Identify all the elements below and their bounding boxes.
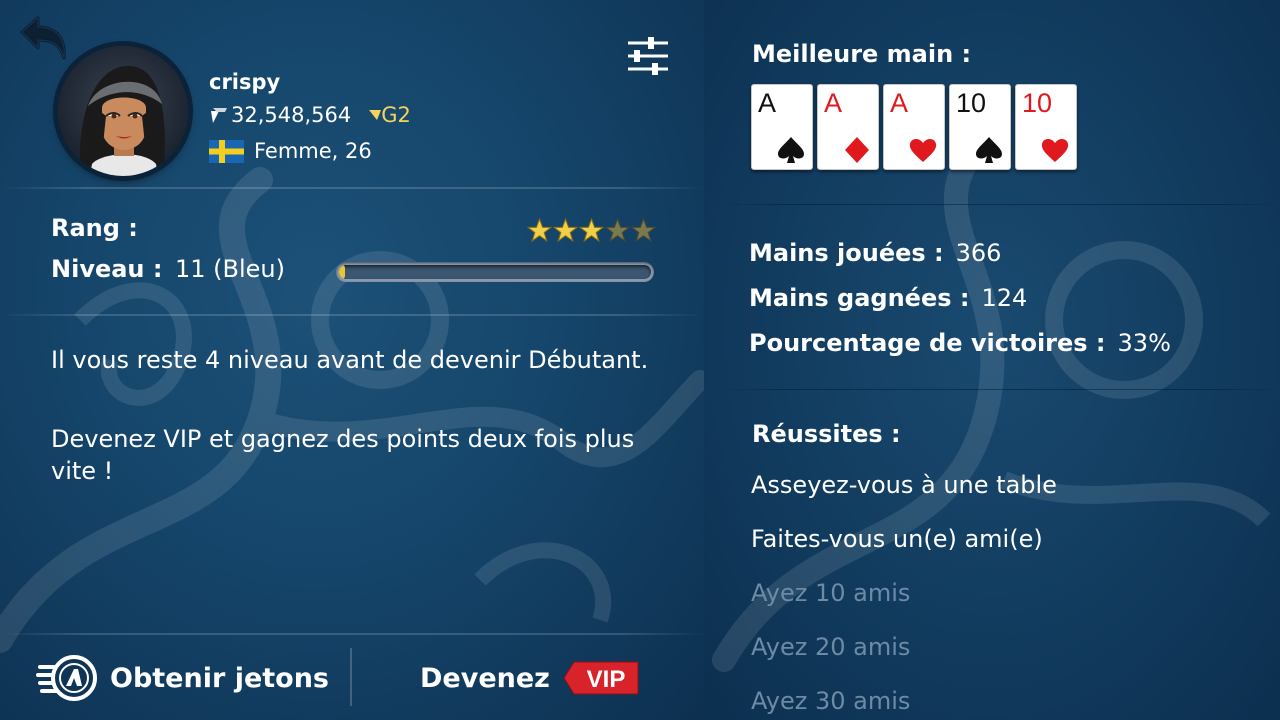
card-rank: 10 bbox=[956, 88, 987, 118]
stat-value: 366 bbox=[955, 239, 1002, 267]
rank-stars bbox=[527, 218, 656, 243]
vip-tag-text: VIP bbox=[587, 666, 626, 693]
vip-button-label: Devenez bbox=[420, 662, 550, 694]
rank-label: Rang : bbox=[51, 214, 138, 242]
playing-card: A bbox=[883, 84, 945, 170]
profile-panel: crispy 32,548,564 G2 Femme, 26 Rang : Ni… bbox=[0, 0, 704, 720]
level-value: 11 (Bleu) bbox=[175, 255, 286, 283]
get-chips-label: Obtenir jetons bbox=[110, 662, 330, 694]
divider bbox=[0, 314, 704, 316]
avatar-image bbox=[79, 65, 165, 176]
vip-tag-icon: VIP bbox=[563, 661, 639, 695]
stat-label: Pourcentage de victoires : bbox=[749, 329, 1106, 357]
profile-info: Femme, 26 bbox=[209, 136, 372, 166]
stat-win-percentage: Pourcentage de victoires : 33% bbox=[749, 329, 1171, 357]
levels-remaining-text: Il vous reste 4 niveau avant de devenir … bbox=[51, 346, 649, 374]
achievement-item: Faites-vous un(e) ami(e) bbox=[751, 525, 1043, 553]
achievement-item: Asseyez-vous à une table bbox=[751, 471, 1057, 499]
divider bbox=[720, 389, 1280, 390]
best-hand-cards: A A A 10 10 bbox=[751, 84, 1077, 170]
card-rank: A bbox=[824, 88, 843, 118]
progress-fill bbox=[339, 265, 346, 279]
card-rank: A bbox=[890, 88, 909, 118]
playing-card: 10 bbox=[1015, 84, 1077, 170]
settings-sliders-icon[interactable] bbox=[624, 34, 672, 78]
achievement-item: Ayez 20 amis bbox=[751, 633, 911, 661]
achievement-item: Ayez 30 amis bbox=[751, 687, 911, 715]
diamond-icon bbox=[845, 137, 869, 163]
background-ornament bbox=[0, 167, 704, 653]
get-chips-button[interactable]: Obtenir jetons bbox=[34, 650, 329, 706]
playing-card: A bbox=[817, 84, 879, 170]
star-empty-icon bbox=[605, 218, 630, 243]
level-badge-text: G2 bbox=[381, 103, 411, 127]
stat-hands-won: Mains gagnées : 124 bbox=[749, 284, 1027, 312]
heart-icon bbox=[1041, 138, 1069, 162]
sweden-flag-icon bbox=[209, 139, 244, 163]
chips-amount: 32,548,564 bbox=[231, 103, 352, 127]
stat-value: 124 bbox=[981, 284, 1028, 312]
chips-balance: 32,548,564 G2 bbox=[209, 100, 411, 130]
playing-card: 10 bbox=[949, 84, 1011, 170]
spade-icon bbox=[976, 137, 1002, 163]
stat-hands-played: Mains jouées : 366 bbox=[749, 239, 1001, 267]
chips-coin-icon bbox=[36, 655, 97, 701]
button-separator bbox=[350, 648, 352, 706]
back-arrow-icon[interactable] bbox=[14, 10, 70, 66]
card-rank: A bbox=[758, 88, 777, 118]
achievement-item: Ayez 10 amis bbox=[751, 579, 911, 607]
heart-icon bbox=[909, 138, 937, 162]
star-empty-icon bbox=[631, 218, 656, 243]
star-icon bbox=[553, 218, 578, 243]
spade-icon bbox=[778, 137, 804, 163]
card-rank: 10 bbox=[1022, 88, 1053, 118]
stat-label: Mains jouées : bbox=[749, 239, 944, 267]
achievements-title: Réussites : bbox=[752, 420, 901, 448]
level-label: Niveau : bbox=[51, 255, 163, 283]
progress-track bbox=[339, 265, 651, 279]
username: crispy bbox=[209, 70, 281, 94]
bottom-bar: Obtenir jetons Devenez VIP bbox=[0, 634, 704, 720]
become-vip-button[interactable]: Devenez VIP bbox=[420, 650, 640, 706]
chips-icon bbox=[211, 108, 227, 123]
divider bbox=[0, 187, 704, 189]
gender-age: Femme, 26 bbox=[254, 139, 372, 163]
playing-card: A bbox=[751, 84, 813, 170]
best-hand-title: Meilleure main : bbox=[752, 40, 972, 68]
level-badge: G2 bbox=[369, 103, 411, 127]
star-icon bbox=[579, 218, 604, 243]
stat-label: Mains gagnées : bbox=[749, 284, 970, 312]
vip-promo-text: Devenez VIP et gagnez des points deux fo… bbox=[51, 425, 635, 485]
divider bbox=[720, 204, 1280, 205]
avatar[interactable] bbox=[58, 46, 188, 176]
level-progress-bar bbox=[336, 262, 654, 282]
stat-value: 33% bbox=[1117, 329, 1171, 357]
star-icon bbox=[527, 218, 552, 243]
badge-icon bbox=[369, 110, 382, 120]
